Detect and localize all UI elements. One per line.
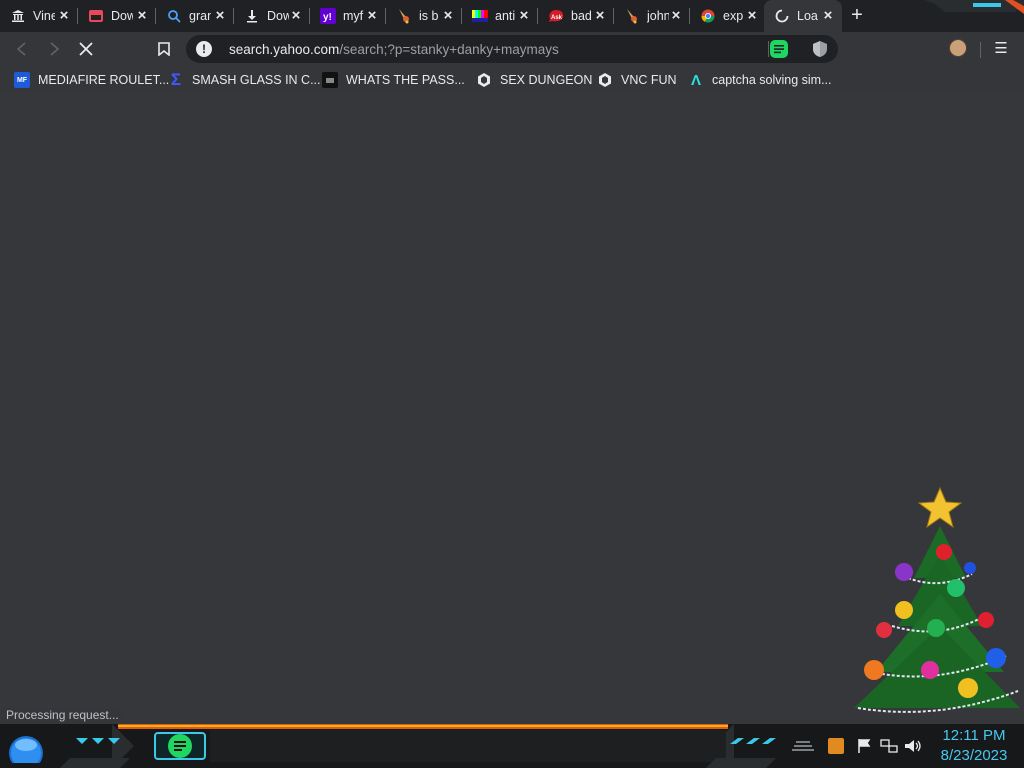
forward-button[interactable] bbox=[42, 37, 66, 61]
tab-8[interactable]: john × bbox=[614, 0, 690, 32]
keyboard-icon[interactable] bbox=[790, 738, 816, 754]
info-icon[interactable]: ! bbox=[196, 41, 212, 57]
bookmark-label: VNC FUN bbox=[621, 73, 677, 87]
close-icon[interactable]: × bbox=[288, 8, 304, 24]
globe-icon bbox=[476, 72, 492, 88]
avatar[interactable] bbox=[949, 39, 967, 57]
bookmark-item[interactable]: MF MEDIAFIRE ROULET... bbox=[14, 71, 169, 89]
bookmark-item[interactable]: Λ captcha solving sim... bbox=[688, 71, 832, 89]
spotify-taskbar-button[interactable] bbox=[154, 732, 206, 760]
app-tray-icon[interactable] bbox=[828, 738, 844, 754]
tab-0[interactable]: Vine × bbox=[0, 0, 78, 32]
close-icon[interactable]: × bbox=[364, 8, 380, 24]
menu-icon[interactable]: ☰ bbox=[990, 38, 1012, 60]
dark-square-icon bbox=[322, 72, 338, 88]
network-icon[interactable] bbox=[880, 738, 898, 754]
ask-icon: Ask bbox=[548, 8, 564, 24]
globe-icon bbox=[597, 72, 613, 88]
new-tab-button[interactable]: + bbox=[846, 5, 868, 27]
tab-title: gran bbox=[189, 9, 211, 23]
omnibox-divider bbox=[768, 41, 769, 57]
volume-icon[interactable] bbox=[904, 738, 922, 754]
extension-green-icon[interactable] bbox=[770, 40, 788, 58]
christmas-tree-icon bbox=[854, 486, 1020, 713]
bookmark-item[interactable]: Σ SMASH GLASS IN C... bbox=[168, 70, 321, 89]
tab-7[interactable]: Ask bad × bbox=[538, 0, 614, 32]
stop-button[interactable] bbox=[74, 37, 98, 61]
close-icon[interactable]: × bbox=[592, 8, 608, 24]
start-button[interactable] bbox=[7, 731, 45, 763]
close-icon[interactable]: × bbox=[134, 8, 150, 24]
bookmark-item[interactable]: SEX DUNGEON bbox=[476, 71, 592, 89]
sigma-icon: Σ bbox=[170, 70, 182, 89]
tab-strip: Vine × Dow × gran × Dow × y! myf × is b … bbox=[0, 0, 1024, 32]
tab-title: anti bbox=[495, 9, 516, 23]
tab-5[interactable]: is b × bbox=[386, 0, 462, 32]
shield-icon[interactable] bbox=[812, 40, 828, 58]
close-icon[interactable]: × bbox=[516, 8, 532, 24]
close-icon[interactable]: × bbox=[440, 8, 456, 24]
download-icon bbox=[244, 8, 260, 24]
close-icon[interactable]: × bbox=[820, 8, 836, 24]
clock-date[interactable]: 8/23/2023 bbox=[934, 747, 1014, 764]
lambda-icon: Λ bbox=[690, 71, 701, 89]
search-icon bbox=[166, 8, 182, 24]
close-icon[interactable]: × bbox=[212, 8, 228, 24]
bookmark-label: SMASH GLASS IN C... bbox=[192, 73, 321, 87]
tab-3[interactable]: Dow × bbox=[234, 0, 310, 32]
clock-time[interactable]: 12:11 PM bbox=[938, 727, 1010, 744]
yahoo-icon: y! bbox=[320, 8, 336, 24]
tab-title: john bbox=[647, 9, 669, 23]
back-button[interactable] bbox=[10, 37, 34, 61]
mediafire-icon: MF bbox=[14, 72, 30, 88]
address-bar[interactable]: ! search.yahoo.com/search;?p=stanky+dank… bbox=[186, 35, 838, 63]
tab-10-active[interactable]: Loa × bbox=[764, 0, 842, 32]
bookmark-item[interactable]: VNC FUN bbox=[597, 71, 677, 89]
flag-icon[interactable] bbox=[856, 738, 872, 754]
museum-icon bbox=[10, 8, 26, 24]
svg-text:Ask: Ask bbox=[551, 15, 563, 21]
tab-6[interactable]: anti × bbox=[462, 0, 538, 32]
bookmark-page-button[interactable] bbox=[152, 37, 176, 61]
tab-2[interactable]: gran × bbox=[156, 0, 234, 32]
tab-title: Dow bbox=[267, 9, 289, 23]
close-icon[interactable]: × bbox=[668, 8, 684, 24]
bookmark-label: captcha solving sim... bbox=[712, 73, 832, 87]
bookmark-label: SEX DUNGEON bbox=[500, 73, 593, 87]
tab-title: is b bbox=[419, 9, 439, 23]
tab-title: bad bbox=[571, 9, 592, 23]
chrome-icon bbox=[700, 8, 716, 24]
taskbar: 12:11 PM 8/23/2023 bbox=[0, 724, 1024, 768]
bookmark-label: WHATS THE PASS... bbox=[346, 73, 465, 87]
toolbar-divider bbox=[980, 42, 981, 58]
bookmark-label: MEDIAFIRE ROULET... bbox=[38, 73, 170, 87]
loading-spinner-icon bbox=[774, 8, 790, 24]
bookmark-item[interactable]: WHATS THE PASS... bbox=[322, 71, 465, 89]
close-icon[interactable]: × bbox=[56, 8, 72, 24]
close-icon[interactable]: × bbox=[744, 8, 760, 24]
store-icon bbox=[88, 8, 104, 24]
rocket-icon bbox=[396, 8, 412, 24]
tab-title: Vine bbox=[33, 9, 55, 23]
tab-title: Dow bbox=[111, 9, 133, 23]
tab-9[interactable]: exp × bbox=[690, 0, 766, 32]
spotify-icon bbox=[168, 734, 192, 758]
status-bubble: Processing request... bbox=[0, 707, 125, 724]
tab-title: Loa bbox=[797, 9, 818, 23]
tab-title: myf bbox=[343, 9, 364, 23]
tab-1[interactable]: Dow × bbox=[78, 0, 156, 32]
svg-text:y!: y! bbox=[323, 12, 332, 23]
theme-decoration bbox=[925, 0, 1024, 14]
tab-4[interactable]: y! myf × bbox=[310, 0, 386, 32]
url-text[interactable]: search.yahoo.com/search;?p=stanky+danky+… bbox=[229, 42, 559, 57]
tab-title: exp bbox=[723, 9, 744, 23]
rocket-icon bbox=[624, 8, 640, 24]
bookmarks-bar: MF MEDIAFIRE ROULET... Σ SMASH GLASS IN … bbox=[0, 66, 1024, 94]
color-bars-icon bbox=[472, 8, 488, 24]
browser-toolbar: ! search.yahoo.com/search;?p=stanky+dank… bbox=[0, 32, 1024, 66]
